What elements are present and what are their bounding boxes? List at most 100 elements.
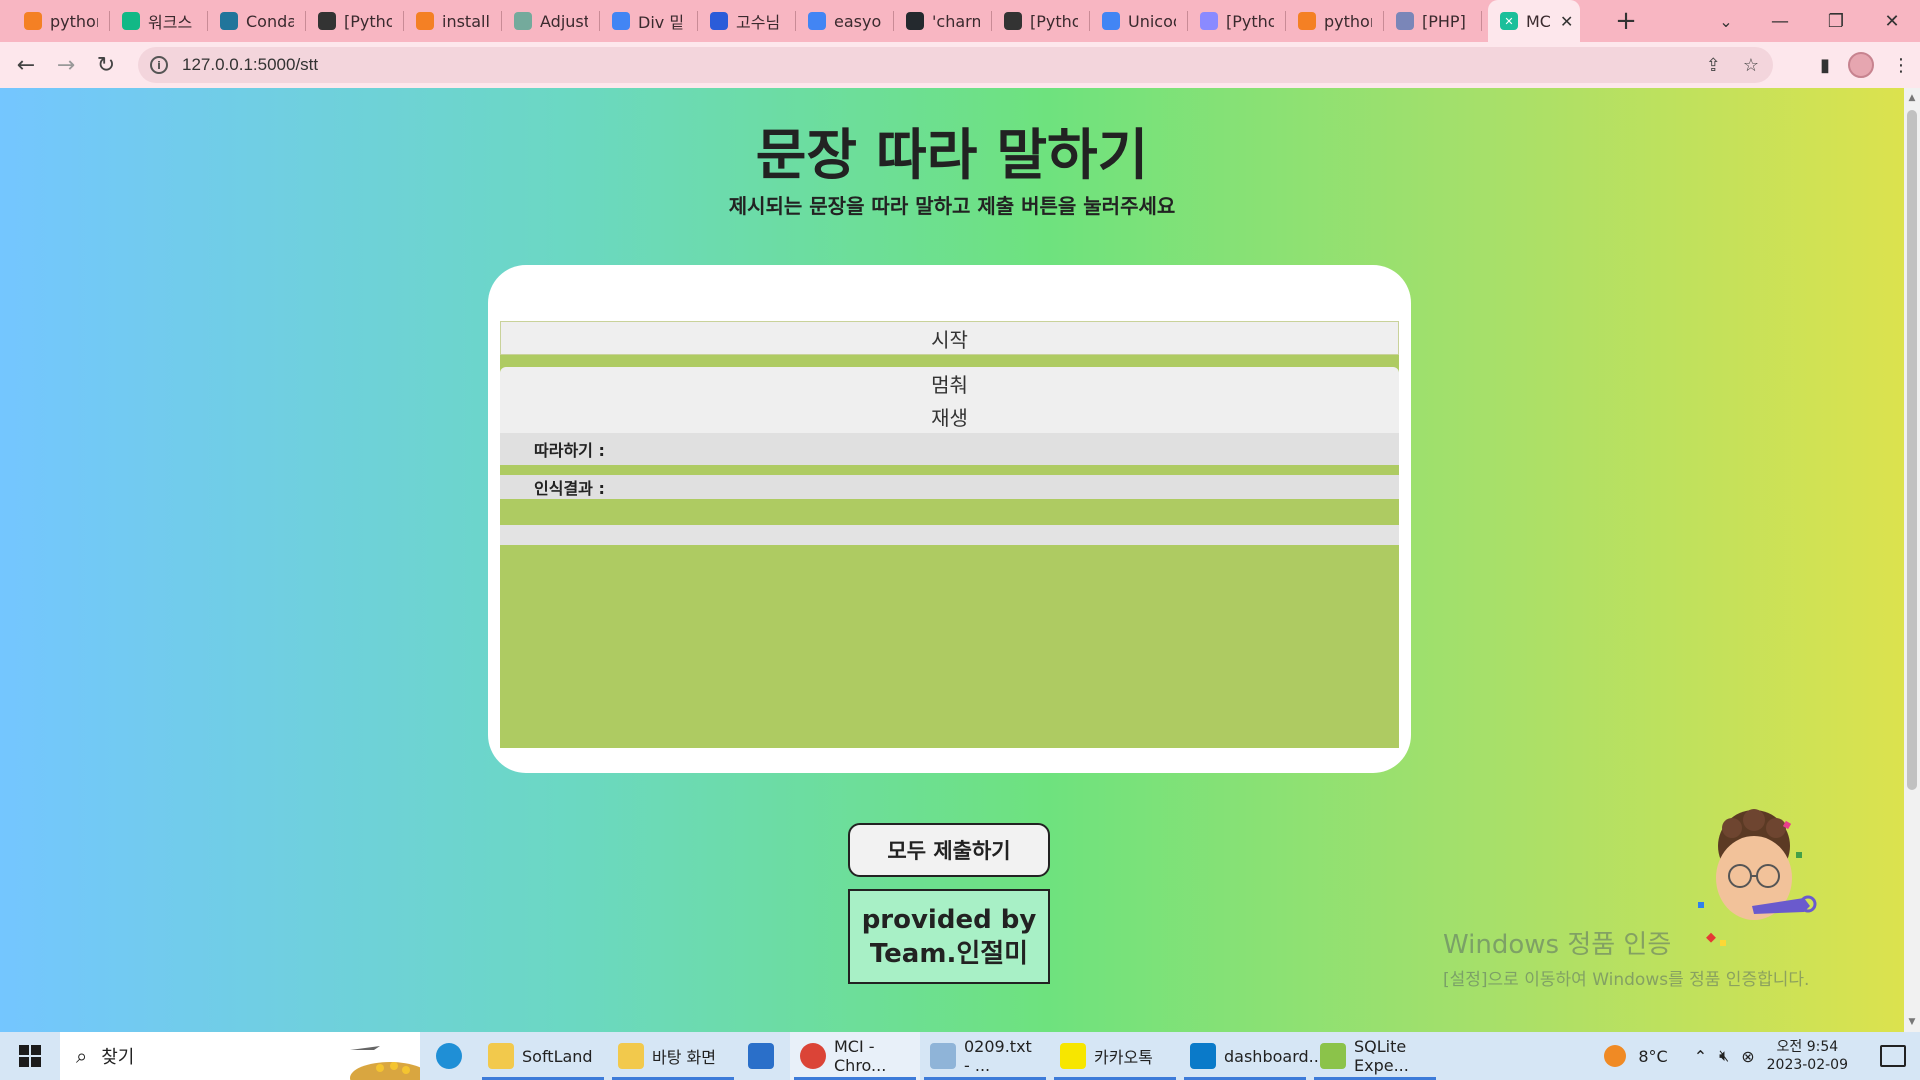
tab-10[interactable]: [Pytho [992, 0, 1090, 42]
stackoverflow-icon [24, 12, 42, 30]
stackoverflow-icon [1298, 12, 1316, 30]
profile-avatar[interactable] [1848, 52, 1874, 78]
wordpress-icon [220, 12, 238, 30]
tab-8[interactable]: easyoc [796, 0, 894, 42]
kakaotalk-icon [1060, 1043, 1086, 1069]
back-button[interactable]: ← [6, 45, 46, 85]
tab-14[interactable]: [PHP] V [1384, 0, 1482, 42]
tab-3[interactable]: [Pytho [306, 0, 404, 42]
dots-icon [318, 12, 336, 30]
tab-12[interactable]: [Pytho [1188, 0, 1286, 42]
speaker-muted-icon[interactable]: 🔇︎ [1719, 1046, 1729, 1066]
bookmark-star-icon[interactable]: ☆ [1743, 55, 1759, 76]
openai-icon [514, 12, 532, 30]
submit-all-button[interactable]: 모두 제출하기 [848, 823, 1050, 877]
taskbar-app-0[interactable] [426, 1032, 478, 1080]
tab-title: 워크스 [148, 13, 193, 32]
github-icon [906, 12, 924, 30]
scroll-up-icon[interactable]: ▲ [1904, 90, 1920, 106]
page-viewport: 문장 따라 말하기 제시되는 문장을 따라 말하고 제출 버튼을 눌러주세요 시… [0, 88, 1904, 1032]
taskbar-app-8[interactable]: SQLite Expe... [1310, 1032, 1440, 1080]
notepad-icon [930, 1043, 956, 1069]
window-controls: — ❐ ✕ [1752, 0, 1920, 42]
tab-5[interactable]: Adjust [502, 0, 600, 42]
google-icon [612, 12, 630, 30]
taskbar-app-2[interactable]: 바탕 화면 [608, 1032, 738, 1080]
tab-search-chevron-icon[interactable]: ⌄ [1706, 0, 1746, 42]
dots-icon [1004, 12, 1022, 30]
tab-title: Conda [246, 11, 294, 31]
browser-toolbar: ← → ↻ i 127.0.0.1:5000/stt ⇪ ☆ ▮ ⋮ [0, 42, 1920, 88]
share-icon[interactable]: ⇪ [1706, 55, 1721, 76]
tab-11[interactable]: Unicod [1090, 0, 1188, 42]
side-panel-icon[interactable]: ▮ [1820, 55, 1830, 76]
taskbar-app-6[interactable]: 카카오톡 [1050, 1032, 1180, 1080]
watermark-subtitle: [설정]으로 이동하여 Windows를 정품 인증합니다. [1443, 970, 1810, 990]
tab-active[interactable]: ✕ MC ✕ [1488, 0, 1580, 42]
tab-4[interactable]: installa [404, 0, 502, 42]
reload-button[interactable]: ↻ [86, 45, 126, 85]
m-logo-icon [122, 12, 140, 30]
stop-button[interactable]: 멈춰 [500, 367, 1399, 399]
empty-row [500, 525, 1399, 545]
tab-0[interactable]: python [12, 0, 110, 42]
tab-2[interactable]: Conda [208, 0, 306, 42]
tray-chevron-icon[interactable]: ⌃ [1694, 1047, 1707, 1066]
taskbar-app-1[interactable]: SoftLand [478, 1032, 608, 1080]
google-icon [1200, 12, 1218, 30]
taskbar-app-label: 0209.txt - ... [964, 1037, 1032, 1075]
tab-title: [Pytho [344, 11, 392, 31]
weather-sun-icon[interactable] [1604, 1045, 1627, 1067]
google-icon [1102, 12, 1120, 30]
start-button[interactable]: 시작 [500, 321, 1399, 355]
clock[interactable]: 오전 9:54 2023-02-09 [1767, 1038, 1848, 1074]
tab-7[interactable]: 고수님 [698, 0, 796, 42]
taskbar-app-3[interactable] [738, 1032, 790, 1080]
start-button-windows[interactable] [0, 1032, 60, 1080]
page-scrollbar[interactable]: ▲ ▼ [1904, 88, 1920, 1032]
taskbar-app-5[interactable]: 0209.txt - ... [920, 1032, 1050, 1080]
recognition-result-label: 인식결과 : [500, 475, 1399, 499]
play-button[interactable]: 재생 [500, 399, 1399, 433]
notification-icon[interactable] [1880, 1045, 1906, 1067]
address-bar[interactable]: i 127.0.0.1:5000/stt ⇪ ☆ [138, 47, 1773, 83]
tab-title: 고수님 [736, 13, 781, 32]
menu-dots-icon[interactable]: ⋮ [1892, 55, 1910, 76]
sqlite-icon [1320, 1043, 1346, 1069]
tab-title: 'charm [932, 11, 980, 31]
windows-taskbar: ⌕ 찾기 SoftLand 바탕 화면 MCI - Chro... 0209.txt … [0, 1032, 1920, 1080]
scrollbar-thumb[interactable] [1907, 110, 1917, 790]
google-icon [808, 12, 826, 30]
browser-tab-bar: python 워크스 Conda [Pytho installa Adjust Div 밑 고… [0, 0, 1920, 42]
tab-9[interactable]: 'charm [894, 0, 992, 42]
taskbar-app-7[interactable]: dashboard.... [1180, 1032, 1329, 1080]
mci-icon: ✕ [1500, 12, 1518, 30]
taskbar-app-label: SQLite Expe... [1354, 1037, 1409, 1075]
close-tab-icon[interactable]: ✕ [1560, 12, 1573, 31]
follow-text-label: 따라하기 : [500, 433, 1399, 465]
weather-temp[interactable]: 8°C [1638, 1047, 1667, 1066]
forward-button[interactable]: → [46, 45, 86, 85]
url-text[interactable]: 127.0.0.1:5000/stt [182, 55, 318, 75]
restore-button[interactable]: ❐ [1808, 0, 1864, 42]
taskbar-app-label: 카카오톡 [1094, 1048, 1153, 1067]
tab-title: python [1324, 11, 1372, 31]
page-title: 문장 따라 말하기 [755, 123, 1149, 187]
taskbar-search[interactable]: ⌕ 찾기 [60, 1032, 420, 1080]
edge-icon [436, 1043, 462, 1069]
scroll-down-icon[interactable]: ▼ [1904, 1014, 1920, 1030]
new-tab-button[interactable]: + [1606, 0, 1646, 42]
folder-icon [488, 1043, 514, 1069]
close-window-button[interactable]: ✕ [1864, 0, 1920, 42]
tab-13[interactable]: python [1286, 0, 1384, 42]
tab-title: Adjust [540, 11, 588, 31]
tab-title: Div 밑 [638, 13, 685, 32]
search-placeholder: 찾기 [101, 1047, 135, 1068]
tab-6[interactable]: Div 밑 [600, 0, 698, 42]
tab-1[interactable]: 워크스 [110, 0, 208, 42]
tab-title: Unicod [1128, 11, 1176, 31]
ime-icon[interactable]: ⊗ [1741, 1047, 1754, 1066]
minimize-button[interactable]: — [1752, 0, 1808, 42]
site-info-icon[interactable]: i [150, 56, 168, 74]
taskbar-app-4[interactable]: MCI - Chro... [790, 1032, 920, 1080]
